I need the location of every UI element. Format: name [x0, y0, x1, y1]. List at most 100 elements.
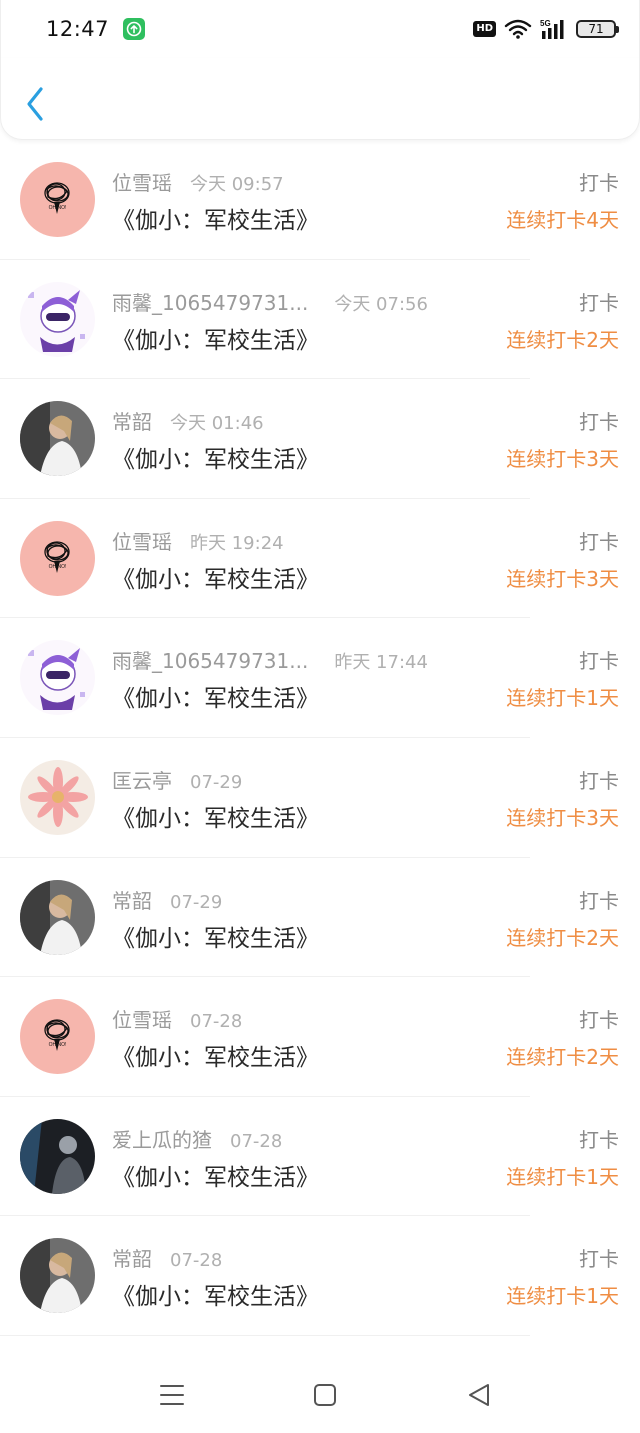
streak-label: 连续打卡2天 — [506, 925, 619, 950]
list-item[interactable]: 爱上瓜的猹 07-28 《伽小：军校生活》 打卡 连续打卡1天 — [0, 1097, 640, 1217]
upload-icon — [123, 18, 146, 40]
system-nav-bar — [0, 1358, 640, 1433]
book-title[interactable]: 《伽小：军校生活》 — [112, 1277, 319, 1311]
list-item[interactable]: OH NO! 位雪瑶 昨天 19:24 《伽小：军校生活》 打卡 连续打卡3天 — [0, 499, 640, 619]
user-name[interactable]: 常韶 — [112, 885, 152, 914]
avatar-cartoon-icon — [20, 281, 95, 357]
name-line: 常韶 07-28 — [112, 1243, 222, 1272]
user-name[interactable]: 雨馨_1065479731... — [112, 645, 308, 674]
avatar[interactable] — [20, 1118, 95, 1194]
post-time: 07-29 — [170, 891, 223, 913]
user-name[interactable]: 匡云亭 — [112, 765, 172, 794]
back-nav-button[interactable] — [464, 1380, 494, 1410]
avatar[interactable] — [20, 1238, 95, 1314]
post-time: 07-28 — [190, 1011, 243, 1033]
streak-label: 连续打卡3天 — [506, 805, 619, 830]
avatar[interactable] — [20, 879, 95, 955]
svg-text:OH NO!: OH NO! — [49, 564, 67, 570]
status-bar: 12:47 HD 5G 71 — [0, 0, 640, 58]
chevron-left-icon — [27, 87, 43, 121]
avatar[interactable]: OH NO! — [20, 162, 95, 237]
divider — [0, 1334, 530, 1336]
battery-icon: 71 — [576, 20, 619, 38]
svg-text:OH NO!: OH NO! — [49, 1042, 67, 1048]
avatar-photo-icon — [20, 879, 95, 955]
user-name[interactable]: 爱上瓜的猹 — [112, 1124, 212, 1153]
book-title[interactable]: 《伽小：军校生活》 — [112, 560, 319, 594]
streak-label: 连续打卡4天 — [506, 208, 619, 232]
list-item[interactable]: 常韶 07-28 《伽小：军校生活》 打卡 连续打卡1天 — [0, 1216, 640, 1336]
back-button[interactable] — [18, 84, 52, 124]
book-title[interactable]: 《伽小：军校生活》 — [112, 679, 319, 713]
list-item[interactable]: 雨馨_1065479731... 今天 07:56 《伽小：军校生活》 打卡 连… — [0, 260, 640, 380]
avatar-flower-icon — [20, 759, 95, 835]
list-item[interactable]: 常韶 07-29 《伽小：军校生活》 打卡 连续打卡2天 — [0, 858, 640, 978]
streak-label: 连续打卡1天 — [506, 1164, 619, 1189]
svg-text:OH NO!: OH NO! — [49, 205, 67, 211]
post-time: 07-28 — [170, 1250, 223, 1272]
name-line: 雨馨_1065479731... 今天 07:56 — [112, 287, 428, 316]
home-button[interactable] — [310, 1380, 340, 1410]
avatar-photo-icon — [20, 1238, 95, 1314]
book-title[interactable]: 《伽小：军校生活》 — [112, 1158, 319, 1192]
post-time: 今天 07:56 — [334, 293, 428, 315]
streak-label: 连续打卡3天 — [506, 566, 619, 591]
post-time: 昨天 17:44 — [334, 652, 428, 674]
avatar-photo-icon — [20, 1118, 95, 1194]
user-name[interactable]: 雨馨_1065479731... — [112, 287, 308, 316]
list-item[interactable]: 常韶 今天 01:46 《伽小：军校生活》 打卡 连续打卡3天 — [0, 379, 640, 499]
streak-label: 连续打卡3天 — [506, 447, 619, 472]
user-name[interactable]: 常韶 — [112, 1243, 152, 1272]
name-line: 位雪瑶 昨天 19:24 — [112, 526, 284, 555]
list-item[interactable]: 匡云亭 07-29 《伽小：军校生活》 打卡 连续打卡3天 — [0, 738, 640, 858]
book-title[interactable]: 《伽小：军校生活》 — [112, 799, 319, 833]
action-label: 打卡 — [579, 649, 619, 674]
action-label: 打卡 — [579, 529, 619, 554]
menu-button[interactable] — [157, 1380, 187, 1410]
square-icon — [314, 1384, 336, 1406]
name-line: 匡云亭 07-29 — [112, 765, 242, 794]
user-name[interactable]: 位雪瑶 — [112, 1004, 172, 1033]
name-line: 常韶 今天 01:46 — [112, 406, 264, 435]
book-title[interactable]: 《伽小：军校生活》 — [112, 321, 319, 355]
checkin-list: OH NO! 位雪瑶 今天 09:57 《伽小：军校生活》 打卡 连续打卡4天 … — [0, 140, 640, 1336]
user-name[interactable]: 常韶 — [112, 406, 152, 435]
hd-icon: HD — [473, 21, 496, 37]
post-time: 今天 09:57 — [190, 174, 284, 195]
avatar-scribble-icon: OH NO! — [20, 999, 95, 1075]
avatar[interactable] — [20, 759, 95, 835]
menu-icon — [160, 1385, 184, 1405]
book-title[interactable]: 《伽小：军校生活》 — [112, 440, 319, 474]
book-title[interactable]: 《伽小：军校生活》 — [112, 1038, 319, 1072]
avatar[interactable]: OH NO! — [20, 999, 95, 1075]
name-line: 位雪瑶 07-28 — [112, 1004, 242, 1033]
list-item[interactable]: 雨馨_1065479731... 昨天 17:44 《伽小：军校生活》 打卡 连… — [0, 618, 640, 738]
action-label: 打卡 — [579, 171, 619, 195]
name-line: 爱上瓜的猹 07-28 — [112, 1124, 282, 1153]
action-label: 打卡 — [579, 290, 619, 315]
action-label: 打卡 — [579, 410, 619, 435]
post-time: 今天 01:46 — [170, 413, 264, 435]
book-title[interactable]: 《伽小：军校生活》 — [112, 919, 319, 953]
book-title[interactable]: 《伽小：军校生活》 — [112, 201, 319, 235]
user-name[interactable]: 位雪瑶 — [112, 167, 172, 196]
streak-label: 连续打卡2天 — [506, 1045, 619, 1070]
post-time: 昨天 19:24 — [190, 532, 284, 554]
avatar[interactable] — [20, 640, 95, 716]
user-name[interactable]: 位雪瑶 — [112, 526, 172, 555]
streak-label: 连续打卡1天 — [506, 686, 619, 711]
avatar-scribble-icon: OH NO! — [20, 520, 95, 596]
avatar[interactable] — [20, 281, 95, 357]
streak-label: 连续打卡2天 — [506, 327, 619, 352]
avatar-scribble-icon: OH NO! — [20, 162, 95, 237]
post-time: 07-28 — [230, 1130, 283, 1152]
list-item[interactable]: OH NO! 位雪瑶 07-28 《伽小：军校生活》 打卡 连续打卡2天 — [0, 977, 640, 1097]
avatar[interactable] — [20, 401, 95, 477]
list-item[interactable]: OH NO! 位雪瑶 今天 09:57 《伽小：军校生活》 打卡 连续打卡4天 — [0, 140, 640, 260]
svg-text:5G: 5G — [540, 19, 551, 28]
top-nav-bar — [0, 58, 640, 140]
avatar[interactable]: OH NO! — [20, 520, 95, 596]
post-time: 07-29 — [190, 771, 243, 793]
name-line: 位雪瑶 今天 09:57 — [112, 167, 284, 196]
action-label: 打卡 — [579, 1127, 619, 1152]
